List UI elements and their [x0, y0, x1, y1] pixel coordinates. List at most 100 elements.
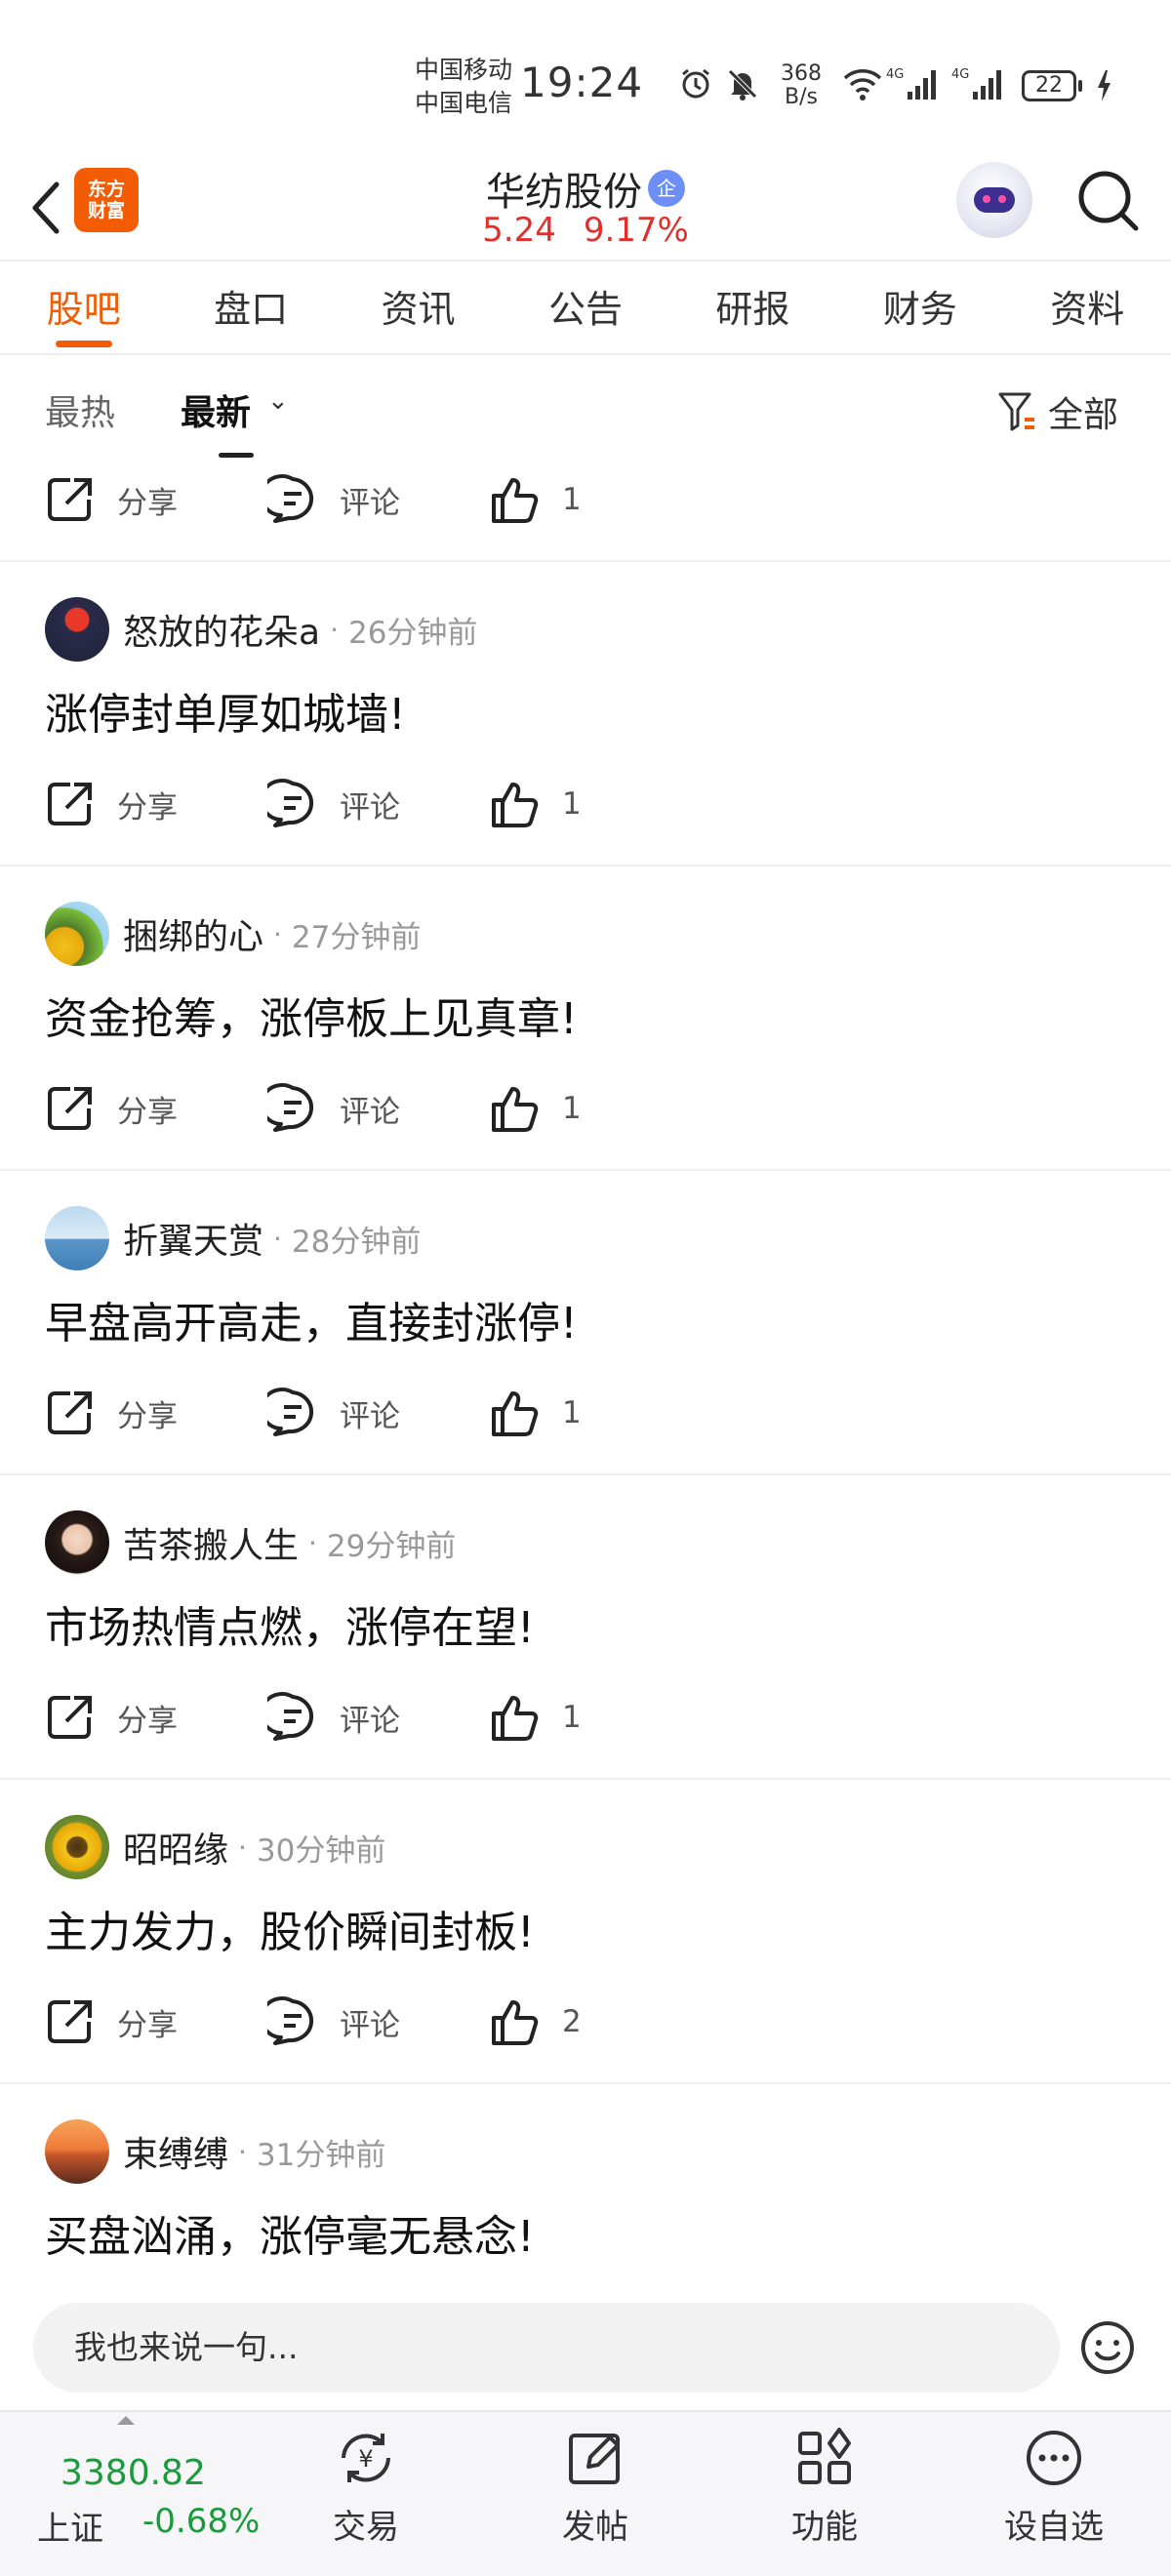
list-item[interactable]: 怒放的花朵a · 26分钟前 涨停封单厚如城墙! 分享 评论 1 — [0, 562, 1171, 866]
post-text[interactable]: 资金抢筹，涨停板上见真章! — [45, 984, 578, 1046]
stock-name: 华纺股份 — [486, 170, 642, 215]
list-item[interactable]: 束缚缚 · 31分钟前 买盘汹涌，涨停毫无悬念! — [0, 2084, 1171, 2285]
avatar[interactable] — [45, 2119, 109, 2184]
share-button[interactable]: 分享 — [45, 1083, 267, 1134]
nav-apps[interactable]: 功能 — [727, 2426, 922, 2572]
tab-finance[interactable]: 财务 — [836, 263, 1003, 353]
section-tabs: 股吧 盘口 资讯 公告 研报 财务 资料 — [0, 263, 1171, 355]
user-name[interactable]: 昭昭缘 — [123, 1822, 228, 1872]
nav-compose-label: 发帖 — [562, 2508, 628, 2547]
tab-pankou[interactable]: 盘口 — [167, 263, 334, 353]
user-name[interactable]: 苦茶搬人生 — [123, 1517, 299, 1568]
avatar[interactable] — [45, 597, 109, 662]
like-button[interactable]: 1 — [490, 779, 712, 829]
avatar[interactable] — [45, 1206, 109, 1270]
comment-button[interactable]: 评论 — [267, 1388, 490, 1438]
sort-latest[interactable]: 最新 — [181, 384, 251, 435]
robot-eye — [998, 195, 1006, 203]
post-header: 怒放的花朵a · 26分钟前 — [45, 597, 477, 662]
comment-label: 评论 — [340, 1398, 400, 1434]
avatar[interactable] — [45, 902, 109, 966]
post-actions: 分享 评论 1 — [45, 472, 712, 527]
share-button[interactable]: 分享 — [45, 1692, 267, 1743]
comment-icon — [267, 779, 314, 827]
mute-icon — [728, 69, 757, 101]
market-index[interactable]: 3380.82 上证 -0.68% — [0, 2412, 260, 2576]
comment-label: 评论 — [340, 2007, 400, 2043]
battery-tip — [1078, 80, 1082, 92]
tab-announcements[interactable]: 公告 — [502, 263, 668, 353]
compose-icon — [569, 2434, 620, 2484]
avatar[interactable] — [45, 1510, 109, 1575]
list-item[interactable]: 捆绑的心 · 27分钟前 资金抢筹，涨停板上见真章! 分享 评论 1 — [0, 866, 1171, 1171]
post-header: 束缚缚 · 31分钟前 — [45, 2119, 385, 2184]
comment-button[interactable]: 评论 — [267, 1692, 490, 1743]
share-button[interactable]: 分享 — [45, 474, 267, 525]
nav-add-watchlist[interactable]: 设自选 — [956, 2426, 1151, 2572]
tab-research[interactable]: 研报 — [669, 263, 836, 353]
nav-compose[interactable]: 发帖 — [498, 2426, 693, 2572]
post-text[interactable]: 早盘高开高走，直接封涨停! — [45, 1288, 578, 1350]
list-item[interactable]: 分享 评论 1 — [0, 461, 1171, 562]
like-button[interactable]: 2 — [490, 1996, 712, 2047]
search-button[interactable] — [1073, 166, 1144, 236]
user-name[interactable]: 怒放的花朵a — [123, 604, 320, 655]
share-button[interactable]: 分享 — [45, 1388, 267, 1438]
bottom-navigation: 3380.82 上证 -0.68% ¥ 交易 发帖 功能 设自选 — [0, 2410, 1171, 2576]
filter-icon — [998, 392, 1034, 431]
net-speed: 368 B/s — [781, 62, 822, 109]
post-header: 昭昭缘 · 30分钟前 — [45, 1815, 385, 1879]
search-icon — [1078, 171, 1139, 231]
stock-price: 5.24 — [482, 211, 556, 250]
list-item[interactable]: 折翼天赏 · 28分钟前 早盘高开高走，直接封涨停! 分享 评论 1 — [0, 1171, 1171, 1475]
like-button[interactable]: 1 — [490, 1083, 712, 1134]
like-button[interactable]: 1 — [490, 1388, 712, 1438]
user-name[interactable]: 捆绑的心 — [123, 908, 263, 959]
list-item[interactable]: 昭昭缘 · 30分钟前 主力发力，股价瞬间封板! 分享 评论 2 — [0, 1780, 1171, 2084]
sort-hot[interactable]: 最热 — [45, 384, 115, 435]
robot-face — [974, 187, 1015, 213]
signal-2-icon: 4G — [951, 67, 1001, 100]
list-item[interactable]: 苦茶搬人生 · 29分钟前 市场热情点燃，涨停在望! 分享 评论 1 — [0, 1475, 1171, 1780]
clock: 19:24 — [520, 59, 644, 106]
comment-label: 评论 — [340, 1094, 400, 1130]
nav-trade[interactable]: ¥ 交易 — [268, 2426, 464, 2572]
tab-profile[interactable]: 资料 — [1004, 263, 1171, 353]
comment-button[interactable]: 评论 — [267, 1996, 490, 2047]
apps-icon — [798, 2428, 851, 2484]
signal-1-icon: 4G — [886, 67, 936, 100]
comment-button[interactable]: 评论 — [267, 1083, 490, 1134]
post-header: 苦茶搬人生 · 29分钟前 — [45, 1510, 456, 1575]
assistant-robot-avatar[interactable] — [956, 162, 1032, 238]
post-text[interactable]: 市场热情点燃，涨停在望! — [45, 1592, 535, 1655]
thumbs-up-icon — [492, 1087, 539, 1132]
wifi-icon — [843, 69, 882, 101]
chevron-down-icon[interactable]: ⌄ — [267, 386, 289, 416]
share-button[interactable]: 分享 — [45, 779, 267, 829]
post-time: 29分钟前 — [326, 1528, 457, 1564]
comment-button[interactable]: 评论 — [267, 474, 490, 525]
tab-news[interactable]: 资讯 — [335, 263, 502, 353]
share-button[interactable]: 分享 — [45, 1996, 267, 2047]
like-count: 1 — [562, 786, 582, 822]
comment-input[interactable]: 我也来说一句... — [33, 2303, 1060, 2393]
emoji-button[interactable] — [1078, 2318, 1137, 2381]
user-name[interactable]: 束缚缚 — [123, 2126, 228, 2177]
comment-icon — [267, 1692, 314, 1741]
post-text[interactable]: 主力发力，股价瞬间封板! — [45, 1897, 535, 1959]
avatar[interactable] — [45, 1815, 109, 1879]
post-header: 折翼天赏 · 28分钟前 — [45, 1206, 421, 1270]
post-feed[interactable]: 分享 评论 1 怒放的花朵a · 26分钟前 涨停封单厚如城墙! 分享 评论 1… — [0, 461, 1171, 2285]
user-name[interactable]: 折翼天赏 — [123, 1213, 263, 1264]
post-time: 27分钟前 — [291, 919, 422, 955]
like-button[interactable]: 1 — [490, 474, 712, 525]
post-text[interactable]: 涨停封单厚如城墙! — [45, 679, 406, 742]
tab-guba[interactable]: 股吧 — [0, 263, 167, 353]
comment-label: 评论 — [340, 485, 400, 521]
post-header: 捆绑的心 · 27分钟前 — [45, 902, 421, 966]
sort-filter-bar: 最热 最新 ⌄ 全部 — [0, 357, 1171, 461]
comment-button[interactable]: 评论 — [267, 779, 490, 829]
like-button[interactable]: 1 — [490, 1692, 712, 1743]
post-text[interactable]: 买盘汹涌，涨停毫无悬念! — [45, 2201, 535, 2264]
filter-all-button[interactable]: 全部 — [997, 386, 1118, 437]
